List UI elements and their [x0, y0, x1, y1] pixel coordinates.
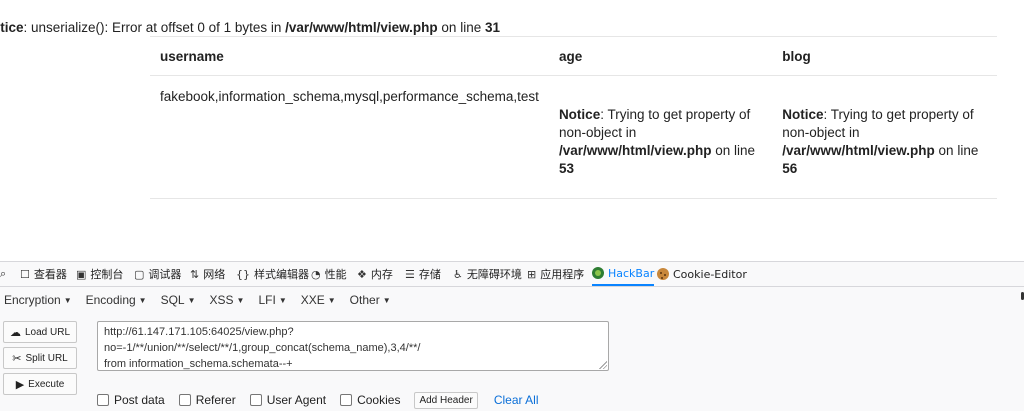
- hackbar-icon: [592, 267, 604, 279]
- tab-accessibility[interactable]: ♿ 无障碍环境: [453, 262, 522, 286]
- menu-other[interactable]: Other ▼: [350, 293, 391, 307]
- hackbar-menubar: Encryption ▼ Encoding ▼ SQL ▼ XSS ▼ LFI ▼ XXE…: [0, 287, 1024, 313]
- caret-down-icon: ▼: [63, 296, 72, 306]
- storage-icon: ☰: [405, 267, 415, 281]
- load-url-button[interactable]: ☁ Load URL: [3, 321, 77, 343]
- cell-age: Notice: Trying to get property of non-ob…: [548, 75, 773, 199]
- user-agent-checkbox[interactable]: User Agent: [249, 393, 326, 407]
- menu-xxe[interactable]: XXE ▼: [301, 293, 336, 307]
- split-url-button[interactable]: ✂ Split URL: [3, 347, 77, 369]
- cell-blog: Notice: Trying to get property of non-ob…: [772, 75, 997, 199]
- devtools-tab-bar: ⌕ ☐ 查看器 ▣ 控制台 ▢ 调试器 ⇅ 网络 {} 样式编辑器 ◔ 性能 ❖ 内存 ☰ 存储…: [0, 262, 1024, 287]
- tab-network[interactable]: ⇅ 网络: [190, 262, 225, 286]
- menu-sql[interactable]: SQL ▼: [161, 293, 196, 307]
- caret-down-icon: ▼: [327, 296, 336, 306]
- header-blog: blog: [772, 36, 997, 76]
- tab-storage[interactable]: ☰ 存储: [405, 262, 441, 286]
- devtools-panel: ⌕ ☐ 查看器 ▣ 控制台 ▢ 调试器 ⇅ 网络 {} 样式编辑器 ◔ 性能 ❖ 内存 ☰ 存储…: [0, 261, 1024, 411]
- tab-console[interactable]: ▣ 控制台: [76, 262, 123, 286]
- play-icon: ▶: [15, 378, 25, 391]
- tab-cookie-editor[interactable]: Cookie-Editor: [657, 262, 747, 286]
- cloud-download-icon: ☁: [9, 326, 21, 339]
- cell-username: fakebook,information_schema,mysql,perfor…: [150, 75, 549, 199]
- memory-icon: ❖: [357, 267, 367, 281]
- tab-application[interactable]: ⊞ 应用程序: [527, 262, 584, 286]
- tab-memory[interactable]: ❖ 内存: [357, 262, 393, 286]
- caret-down-icon: ▼: [278, 296, 287, 306]
- debugger-icon: ▢: [134, 267, 145, 281]
- cookie-icon: [657, 268, 669, 280]
- tab-inspector[interactable]: ☐ 查看器: [20, 262, 67, 286]
- referer-checkbox[interactable]: Referer: [178, 393, 236, 407]
- menu-encryption[interactable]: Encryption ▼: [4, 293, 72, 307]
- post-data-checkbox[interactable]: Post data: [97, 393, 165, 407]
- scissors-icon: ✂: [12, 352, 22, 365]
- unserialize-notice: otice: unserialize(): Error at offset 0 …: [0, 20, 500, 35]
- execute-button[interactable]: ▶ Execute: [3, 373, 77, 395]
- clear-all-link[interactable]: Clear All: [494, 393, 539, 407]
- url-line-2: from information_schema.schemata--+: [104, 358, 293, 370]
- caret-down-icon: ▼: [236, 296, 245, 306]
- tab-performance[interactable]: ◔ 性能: [311, 262, 347, 286]
- notice-label: otice: [0, 20, 24, 35]
- application-icon: ⊞: [527, 267, 537, 281]
- devtools-pick-icon[interactable]: ⌕: [0, 262, 10, 286]
- tab-hackbar[interactable]: HackBar: [592, 262, 655, 286]
- performance-icon: ◔: [311, 267, 321, 281]
- caret-down-icon: ▼: [138, 296, 147, 306]
- add-header-button[interactable]: Add Header: [414, 391, 478, 409]
- style-editor-icon: {}: [236, 267, 250, 281]
- result-table: username age blog fakebook,information_s…: [150, 36, 997, 199]
- table-header-row: username age blog: [150, 36, 997, 76]
- tab-style-editor[interactable]: {} 样式编辑器: [236, 262, 309, 286]
- console-icon: ▣: [76, 267, 87, 281]
- url-textarea[interactable]: http://61.147.171.105:64025/view.php?no=…: [97, 321, 609, 371]
- accessibility-icon: ♿: [453, 267, 463, 281]
- menu-xss[interactable]: XSS ▼: [210, 293, 245, 307]
- inspector-icon: ☐: [20, 267, 30, 281]
- url-line-1: http://61.147.171.105:64025/view.php?no=…: [104, 326, 421, 354]
- resize-grip-icon[interactable]: [599, 361, 607, 369]
- caret-down-icon: ▼: [382, 296, 391, 306]
- menu-lfi[interactable]: LFI ▼: [258, 293, 286, 307]
- caret-down-icon: ▼: [187, 296, 196, 306]
- header-username: username: [150, 36, 549, 76]
- header-age: age: [548, 36, 773, 76]
- cookies-checkbox[interactable]: Cookies: [340, 393, 400, 407]
- hackbar-options: Post data Referer User Agent Cookies Add…: [97, 390, 539, 410]
- menu-encoding[interactable]: Encoding ▼: [86, 293, 147, 307]
- table-row: fakebook,information_schema,mysql,perfor…: [150, 75, 997, 199]
- network-icon: ⇅: [190, 267, 200, 281]
- tab-debugger[interactable]: ▢ 调试器: [134, 262, 181, 286]
